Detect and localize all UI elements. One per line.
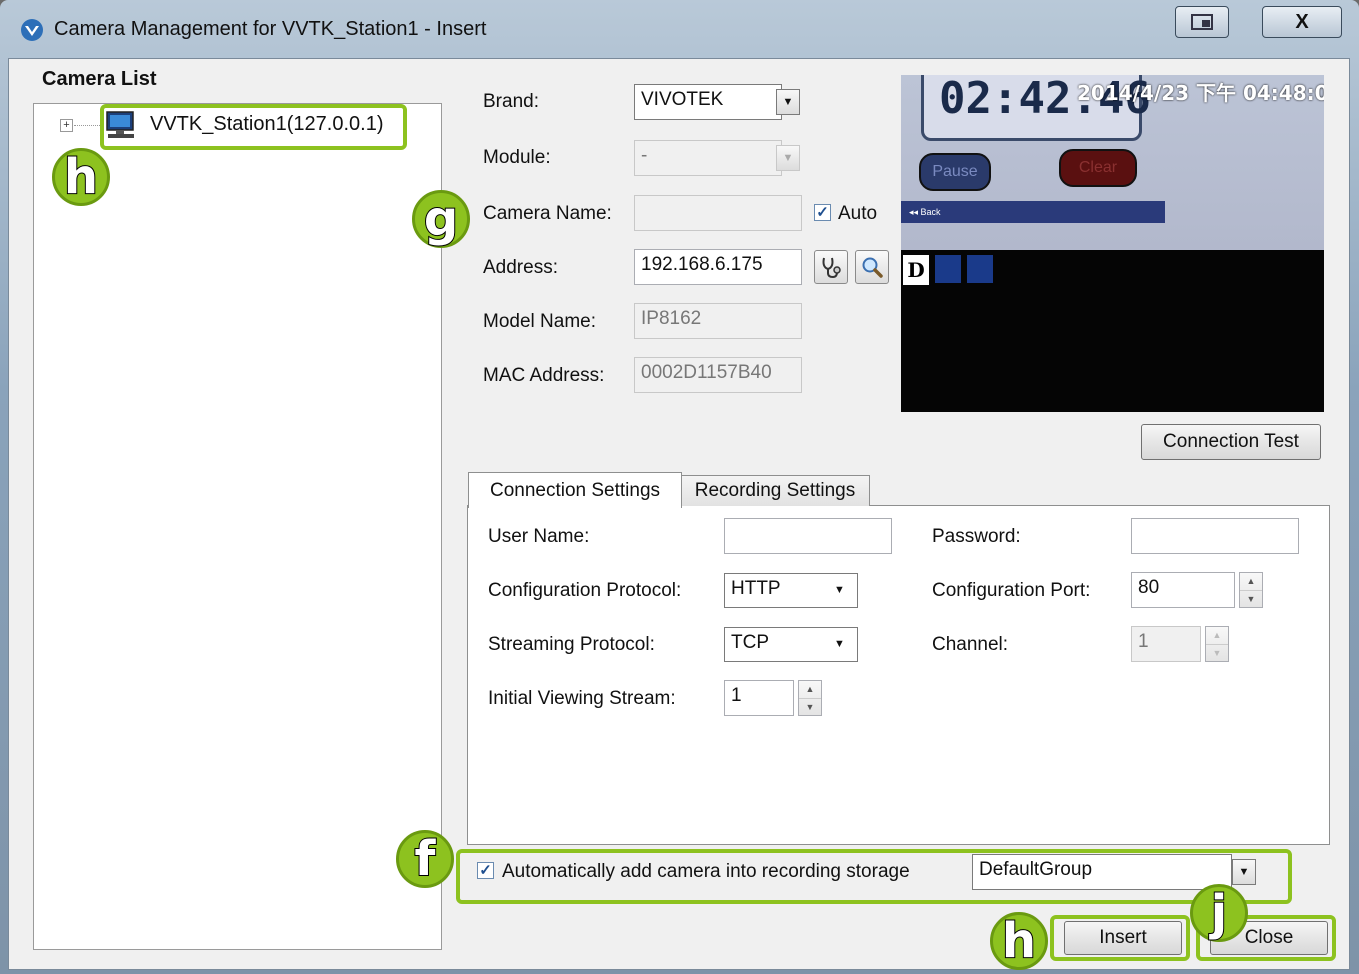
preview-d-tile: D [903,255,929,285]
callout-badge-close: j [1190,884,1248,942]
restore-icon [1191,14,1213,30]
streaming-protocol-dropdown-arrow-icon[interactable]: ▼ [834,638,845,650]
connection-test-button[interactable]: Connection Test [1141,424,1321,460]
mac-address-label: MAC Address: [483,365,605,386]
window-title: Camera Management for VVTK_Station1 - In… [54,18,487,40]
initial-stream-label: Initial Viewing Stream: [488,688,676,709]
brand-dropdown-arrow-icon[interactable]: ▼ [776,89,800,115]
preview-datetime-overlay: 2014/4/23 下午 04:48:01 [1077,81,1324,105]
address-field[interactable]: 192.168.6.175 [634,249,802,285]
preview-taskbar-tile [935,255,961,283]
callout-badge-tree: h [52,148,110,206]
initial-stream-spinner[interactable]: ▲ ▼ [798,680,822,716]
config-port-label: Configuration Port: [932,580,1091,601]
storage-group-select[interactable]: DefaultGroup [972,854,1232,890]
callout-highlight-insert [1050,915,1190,961]
auto-add-storage-checkbox[interactable]: ✓ [477,862,494,879]
camera-name-label: Camera Name: [483,203,612,224]
auto-checkbox[interactable]: ✓ [814,204,831,221]
spin-up-icon[interactable]: ▲ [799,681,821,699]
config-port-spinner[interactable]: ▲ ▼ [1239,572,1263,608]
password-field[interactable] [1131,518,1299,554]
brand-select[interactable]: VIVOTEK [634,84,782,120]
settings-tab-panel [467,505,1330,845]
address-label: Address: [483,257,558,278]
preview-dark-area [901,250,1324,412]
brand-label: Brand: [483,91,539,112]
camera-preview: 02:42.46 2014/4/23 下午 04:48:01 Pause Cle… [901,75,1324,412]
config-protocol-label: Configuration Protocol: [488,580,682,601]
restore-window-button[interactable] [1175,6,1229,38]
search-camera-button[interactable] [855,250,889,284]
tab-connection-settings[interactable]: Connection Settings [468,472,682,508]
preview-back-label: Back [920,207,941,217]
spin-up-icon[interactable]: ▲ [1240,573,1262,591]
search-icon [862,257,883,278]
initial-stream-field[interactable]: 1 [724,680,794,716]
callout-badge-insert: h [990,912,1048,970]
close-window-button[interactable]: X [1262,6,1342,38]
spin-down-icon[interactable]: ▼ [799,699,821,716]
app-logo-icon [21,19,43,41]
module-dropdown-arrow-icon[interactable]: ▼ [776,145,800,171]
config-protocol-dropdown-arrow-icon[interactable]: ▼ [834,584,845,596]
callout-badge-storage: f [396,830,454,888]
camera-list-title: Camera List [40,68,159,91]
streaming-protocol-label: Streaming Protocol: [488,634,655,655]
auto-label: Auto [838,203,878,224]
spin-up-icon[interactable]: ▲ [1206,627,1228,645]
preview-back-bar: ◂◂ Back [901,201,1165,223]
mac-address-field: 0002D1157B40 [634,357,802,393]
tab-recording-settings[interactable]: Recording Settings [680,475,870,506]
callout-badge-camera-name: g [412,190,470,248]
tree-expander[interactable]: + [60,119,73,132]
user-name-label: User Name: [488,526,590,547]
channel-field[interactable]: 1 [1131,626,1201,662]
preview-clear-button: Clear [1059,149,1137,187]
ping-button[interactable] [814,250,848,284]
model-name-field: IP8162 [634,303,802,339]
title-bar: Camera Management for VVTK_Station1 - In… [0,0,1359,58]
config-port-field[interactable]: 80 [1131,572,1235,608]
preview-pause-button: Pause [919,153,991,191]
camera-name-field[interactable] [634,195,802,231]
storage-group-dropdown-arrow-icon[interactable]: ▼ [1232,859,1256,885]
preview-taskbar-tile [967,255,993,283]
camera-list-tree[interactable] [33,103,442,950]
stethoscope-icon [822,257,841,279]
module-select[interactable]: - [634,140,782,176]
callout-highlight-tree [100,104,407,150]
spin-down-icon[interactable]: ▼ [1240,591,1262,608]
auto-add-storage-label: Automatically add camera into recording … [502,861,910,882]
model-name-label: Model Name: [483,311,596,332]
spin-down-icon[interactable]: ▼ [1206,645,1228,662]
tree-connector-line [74,125,100,126]
channel-spinner[interactable]: ▲ ▼ [1205,626,1229,662]
password-label: Password: [932,526,1021,547]
channel-label: Channel: [932,634,1009,655]
module-label: Module: [483,147,551,168]
user-name-field[interactable] [724,518,892,554]
